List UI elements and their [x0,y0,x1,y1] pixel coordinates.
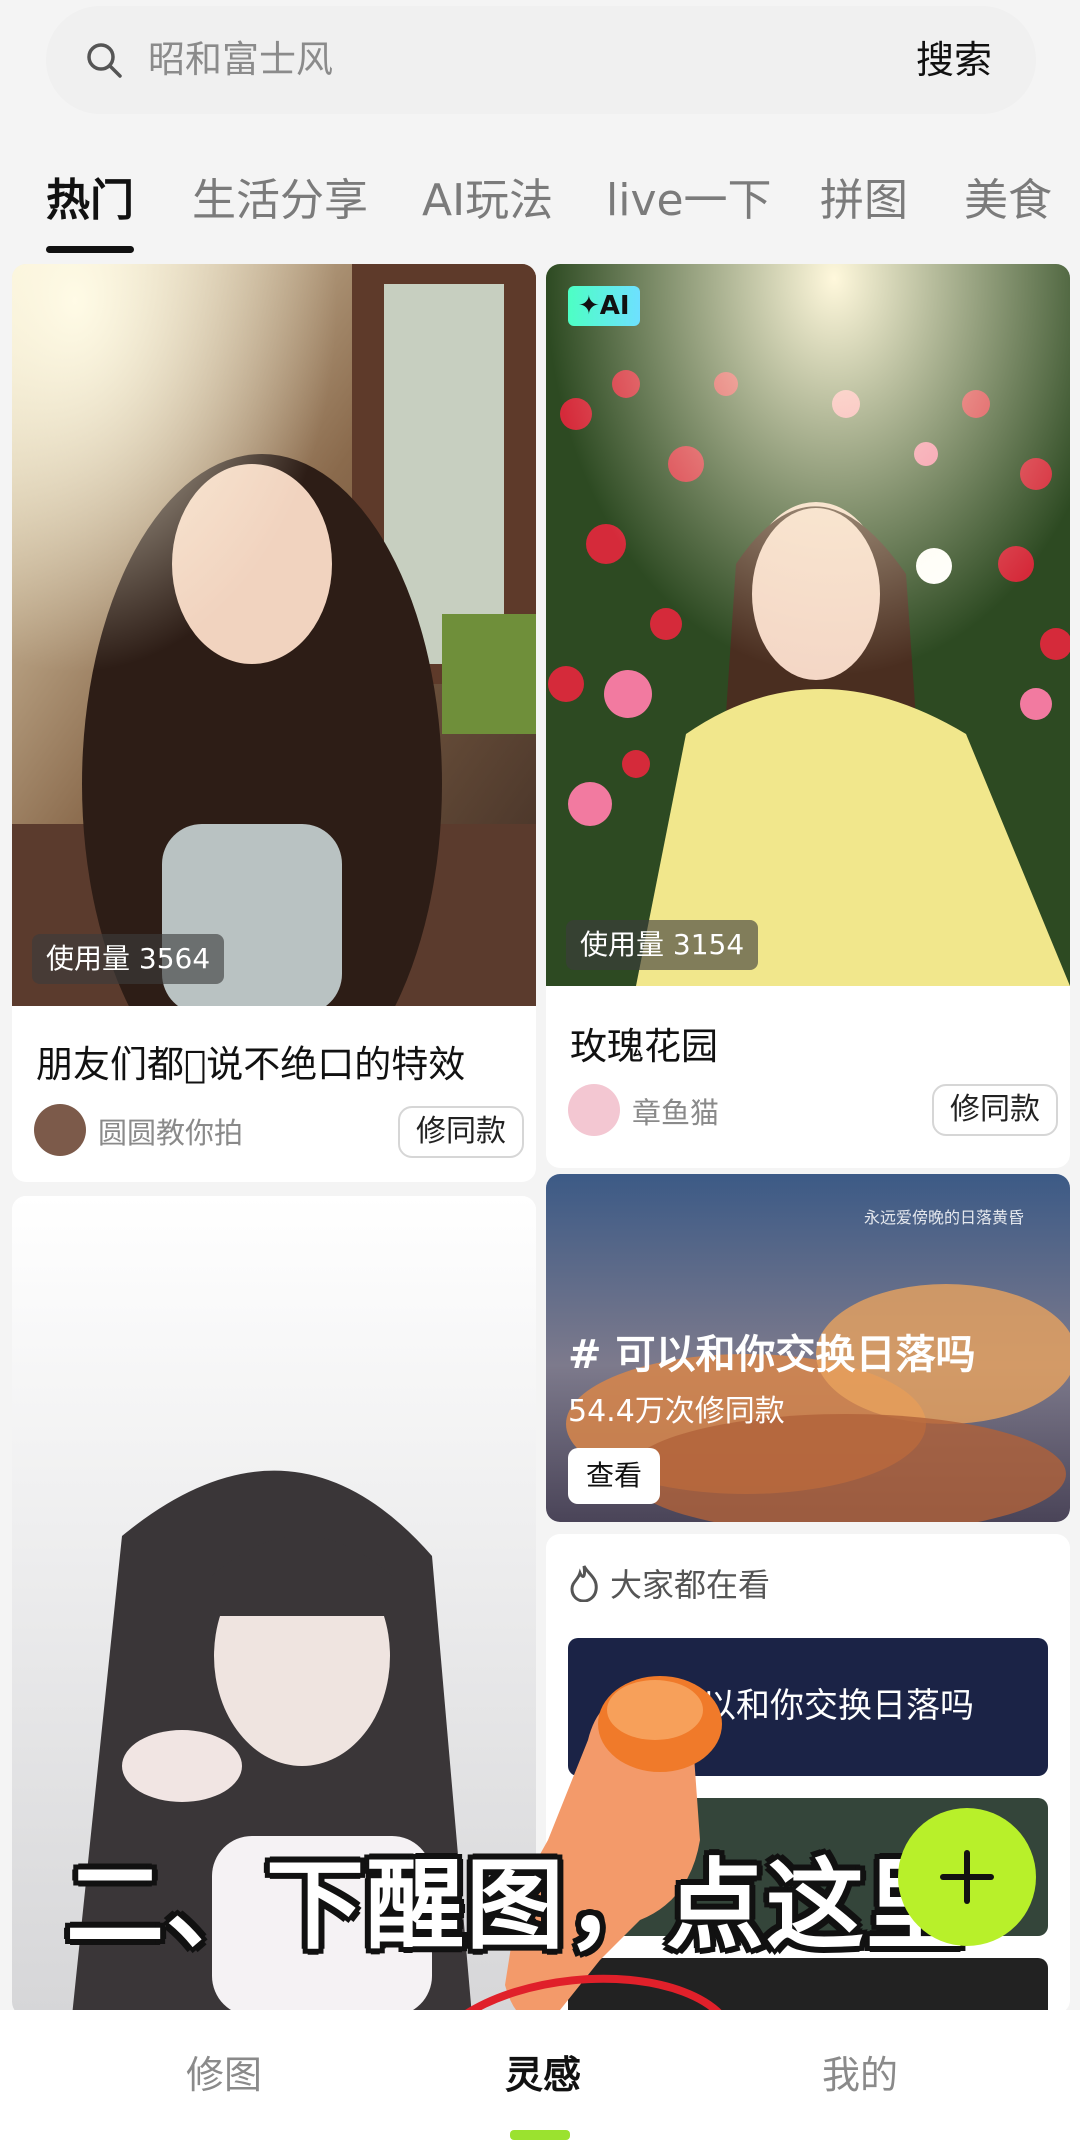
tab-hot[interactable]: 热门 [46,164,134,228]
feed-card-2[interactable]: ✦AI 使用量 3154 玫瑰花园 章鱼猫 修同款 [546,264,1070,1168]
view-button[interactable]: 查看 [568,1448,661,1504]
search-input[interactable]: 昭和富士风 [148,6,333,114]
remix-button[interactable]: 修同款 [932,1084,1058,1136]
tab-ai-play[interactable]: AI玩法 [422,164,553,228]
trending-item-label: 可以和你交换日落吗 [668,1686,974,1726]
topic-title: # 可以和你交换日落吗 [568,1332,976,1378]
card-title: 玫瑰花园 [570,1025,718,1068]
plus-icon [940,1850,994,1904]
trending-item[interactable]: 可以和你交换日落吗 [568,1638,1048,1776]
tab-live[interactable]: live一下 [606,164,772,228]
author-name[interactable]: 圆圆教你拍 [98,1110,243,1152]
category-tabs: 热门 生活分享 AI玩法 live一下 拼图 美食 [0,150,1080,260]
usage-count: 使用量 3564 [32,934,225,984]
topic-remix-count: 54.4万次修同款 [568,1394,785,1429]
nav-active-indicator [510,2130,570,2140]
ai-badge: ✦AI [568,286,640,326]
tab-collage[interactable]: 拼图 [820,164,908,228]
search-icon [87,43,122,78]
usage-count: 使用量 3154 [566,920,759,970]
nav-edit[interactable]: 修图 [186,2044,262,2099]
topic-card[interactable]: 永远爱傍晚的日落黄昏 # 可以和你交换日落吗 54.4万次修同款 查看 [546,1174,1070,1522]
nav-me[interactable]: 我的 [822,2044,898,2099]
author-name[interactable]: 章鱼猫 [632,1090,719,1132]
tab-life-share[interactable]: 生活分享 [192,164,368,228]
card-image [546,264,1070,986]
avatar[interactable] [568,1084,620,1136]
feed-card-1[interactable]: 使用量 3564 朋友们都 说不绝口的特效 圆圆教你拍 修同款 [12,264,536,1182]
instruction-overlay-text: 二、下醒图，点这里 [66,1849,967,1963]
create-fab-button[interactable] [898,1808,1036,1946]
active-tab-indicator [46,246,134,253]
bottom-nav: 修图 灵感 我的 [0,2010,1080,2142]
remix-button[interactable]: 修同款 [398,1106,524,1158]
trending-header-label: 大家都在看 [610,1566,771,1604]
nav-inspiration[interactable]: 灵感 [505,2044,581,2099]
avatar[interactable] [34,1104,86,1156]
topic-watermark: 永远爱傍晚的日落黄昏 [863,1208,1024,1227]
card-title: 朋友们都 说不绝口的特效 [36,1043,466,1086]
search-button[interactable]: 搜索 [916,6,992,114]
search-bar[interactable]: 昭和富士风 搜索 [46,6,1036,114]
fire-icon [570,1565,598,1602]
tab-food[interactable]: 美食 [964,164,1052,228]
card-image [12,264,536,1006]
trending-header: 大家都在看 [568,1560,770,1606]
